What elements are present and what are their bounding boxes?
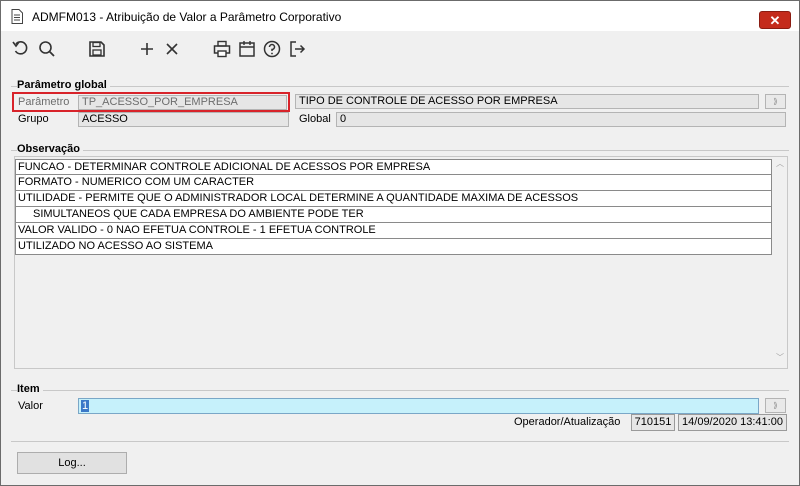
- close-window-button[interactable]: ✕: [759, 11, 791, 29]
- printer-icon: [213, 40, 231, 58]
- search-icon: [39, 41, 55, 57]
- atualizacao-field: 14/09/2020 13:41:00: [678, 414, 787, 431]
- global-field: 0: [336, 112, 786, 127]
- close-icon: [166, 43, 178, 55]
- add-button[interactable]: [137, 39, 157, 59]
- search-button[interactable]: [37, 39, 57, 59]
- item-title: Item: [17, 383, 43, 395]
- title-bar: ADMFM013 - Atribuição de Valor a Parâmet…: [1, 1, 799, 31]
- observacao-title: Observação: [17, 143, 83, 155]
- parametro-lookup-button[interactable]: ⟫: [765, 94, 786, 109]
- lookup-icon: ⟫: [773, 401, 778, 410]
- observacao-scrollbar[interactable]: ︿ ﹀: [775, 158, 787, 367]
- save-button[interactable]: [87, 39, 107, 59]
- parametro-global-title: Parâmetro global: [17, 79, 110, 91]
- document-icon: [11, 9, 23, 24]
- print-button[interactable]: [212, 39, 232, 59]
- undo-icon: [12, 41, 28, 55]
- item-divider: [11, 390, 789, 391]
- main-window: ADMFM013 - Atribuição de Valor a Parâmet…: [0, 0, 800, 486]
- scroll-down-icon[interactable]: ﹀: [776, 352, 784, 363]
- calendar-button[interactable]: [237, 39, 257, 59]
- observacao-line: UTILIZADO NO ACESSO AO SISTEMA: [15, 239, 772, 255]
- parametro-global-divider: [11, 86, 789, 87]
- global-label: Global: [299, 113, 331, 125]
- parametro-description-field: TIPO DE CONTROLE DE ACESSO POR EMPRESA: [295, 94, 759, 109]
- highlight-box: [12, 92, 290, 112]
- observacao-line: FUNCAO - DETERMINAR CONTROLE ADICIONAL D…: [15, 159, 772, 175]
- exit-button[interactable]: [287, 39, 307, 59]
- bottom-divider: [11, 441, 789, 442]
- window-title: ADMFM013 - Atribuição de Valor a Parâmet…: [32, 10, 342, 24]
- valor-value: 1: [81, 400, 90, 412]
- observacao-divider: [11, 150, 789, 151]
- undo-button[interactable]: [11, 39, 31, 59]
- valor-input[interactable]: 1: [78, 398, 759, 414]
- calendar-icon: [239, 41, 255, 57]
- observacao-line: FORMATO - NUMERICO COM UM CARACTER: [15, 175, 772, 191]
- observacao-line: VALOR VALIDO - 0 NAO EFETUA CONTROLE - 1…: [15, 223, 772, 239]
- grupo-label: Grupo: [18, 113, 49, 125]
- help-icon: [263, 40, 281, 58]
- lookup-icon: ⟫: [773, 97, 778, 106]
- toolbar: [1, 31, 799, 65]
- scroll-up-icon[interactable]: ︿: [776, 158, 784, 169]
- plus-icon: [141, 43, 153, 55]
- save-icon: [89, 41, 105, 57]
- valor-label: Valor: [18, 400, 43, 412]
- observacao-line: UTILIDADE - PERMITE QUE O ADMINISTRADOR …: [15, 191, 772, 207]
- log-button[interactable]: Log...: [17, 452, 127, 474]
- observacao-line: SIMULTANEOS QUE CADA EMPRESA DO AMBIENTE…: [15, 207, 772, 223]
- operador-label: Operador/Atualização: [514, 416, 621, 428]
- grupo-field: ACESSO: [78, 112, 289, 127]
- valor-lookup-button[interactable]: ⟫: [765, 398, 786, 413]
- delete-button[interactable]: [162, 39, 182, 59]
- help-button[interactable]: [262, 39, 282, 59]
- exit-icon: [290, 41, 306, 57]
- operador-field: 710151: [631, 414, 675, 431]
